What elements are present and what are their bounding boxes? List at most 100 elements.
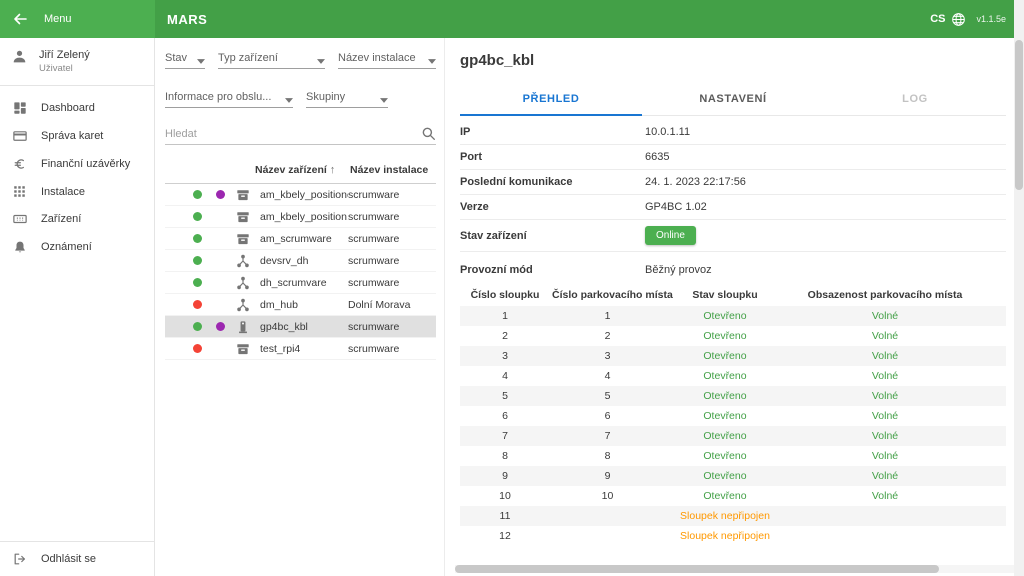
sidebar-item-instalace[interactable]: Instalace [0, 178, 154, 205]
device-row-test-rpi4[interactable]: test_rpi4 scrumware [165, 338, 436, 360]
device-row-devsrv-dh[interactable]: devsrv_dh scrumware [165, 250, 436, 272]
parking-row: 33OtevřenoVolné [460, 346, 1006, 366]
status-online-dot [193, 190, 202, 199]
archive-icon [236, 232, 251, 246]
sidebar-item-label: Oznámení [41, 241, 92, 253]
parking-row: 1010OtevřenoVolné [460, 486, 1006, 506]
device-name: devsrv_dh [260, 255, 348, 267]
filter-typ-zarizeni[interactable]: Typ zařízení [218, 52, 325, 69]
filter-stav-label: Stav [165, 52, 187, 64]
sidebar-item-label: Správa karet [41, 130, 103, 142]
parking-cell: Volné [785, 466, 985, 486]
sidebar-item-financni-uzaverky[interactable]: Finanční uzávěrky [0, 150, 154, 178]
parking-cell: Otevřeno [665, 466, 785, 486]
search-icon[interactable] [421, 126, 436, 141]
topbar-main: MARS CS v1.1.5e [155, 0, 1024, 38]
tab-nastaveni[interactable]: NASTAVENÍ [642, 85, 824, 115]
parking-cell: 2 [460, 326, 550, 346]
parking-cell: 5 [460, 386, 550, 406]
device-row-dm-hub[interactable]: dm_hub Dolní Morava [165, 294, 436, 316]
vertical-scrollbar-thumb[interactable] [1015, 40, 1023, 190]
parking-cell: 8 [550, 446, 665, 466]
status-online-dot [193, 212, 202, 221]
chevron-down-icon [197, 59, 205, 64]
archive-icon [236, 188, 251, 202]
column-header-nazev-zarizeni[interactable]: Název zařízení ↑ [255, 164, 350, 176]
parking-column-header: Obsazenost parkovacího místa [785, 284, 985, 306]
parking-cell [785, 526, 985, 546]
parking-cell [550, 526, 665, 546]
language-selector[interactable]: CS [930, 12, 966, 27]
field-ip: IP10.0.1.11 [460, 120, 1006, 145]
sidebar-item-zarizeni[interactable]: Zařízení [0, 205, 154, 233]
field-label: Port [460, 151, 645, 163]
field-value: GP4BC 1.02 [645, 201, 707, 213]
user-name: Jiří Zelený [39, 49, 90, 61]
vertical-scrollbar[interactable] [1014, 0, 1024, 576]
horizontal-scrollbar[interactable] [455, 565, 1018, 573]
parking-column-header: Stav sloupku [665, 284, 785, 306]
filter-row-2: Informace pro obslu... Skupiny [165, 91, 436, 108]
sidebar: Jiří Zelený Uživatel Dashboard Správa ka… [0, 38, 155, 576]
device-row-gp4bc-kbl[interactable]: gp4bc_kbl scrumware [165, 316, 436, 338]
sidebar-nav: Dashboard Správa karet Finanční uzávěrky [0, 86, 154, 261]
user-profile[interactable]: Jiří Zelený Uživatel [0, 38, 154, 86]
column-header-nazev-instalace[interactable]: Název instalace [350, 164, 436, 176]
filter-skupiny[interactable]: Skupiny [306, 91, 388, 108]
field-label: Verze [460, 201, 645, 213]
field-port: Port6635 [460, 145, 1006, 170]
parking-cell: 1 [460, 306, 550, 326]
device-row-dh-scrumvare[interactable]: dh_scrumvare scrumware [165, 272, 436, 294]
filter-row-1: Stav Typ zařízení Název instalace [165, 52, 436, 69]
status-offline-dot [193, 300, 202, 309]
logout-button[interactable]: Odhlásit se [0, 541, 154, 576]
filter-stav[interactable]: Stav [165, 52, 205, 69]
filter-instalace-label: Název instalace [338, 52, 416, 64]
sidebar-item-dashboard[interactable]: Dashboard [0, 94, 154, 122]
device-name: dm_hub [260, 299, 348, 311]
device-row-am-kbely-position[interactable]: am_kbely_position... scrumware [165, 206, 436, 228]
logout-icon [12, 552, 27, 566]
field-value: Běžný provoz [645, 264, 712, 276]
filter-informace[interactable]: Informace pro obslu... [165, 91, 293, 108]
parking-cell: 10 [460, 486, 550, 506]
parking-cell: 6 [460, 406, 550, 426]
parking-cell: Otevřeno [665, 326, 785, 346]
user-info: Jiří Zelený Uživatel [39, 49, 90, 74]
language-code: CS [930, 13, 945, 25]
parking-cell: Volné [785, 366, 985, 386]
sidebar-item-label: Instalace [41, 186, 85, 198]
sidebar-item-oznameni[interactable]: Oznámení [0, 233, 154, 261]
horizontal-scrollbar-thumb[interactable] [455, 565, 939, 573]
sidebar-item-sprava-karet[interactable]: Správa karet [0, 122, 154, 150]
filter-nazev-instalace[interactable]: Název instalace [338, 52, 436, 69]
archive-icon [236, 210, 251, 224]
field-label: IP [460, 126, 645, 138]
parking-cell: 5 [550, 386, 665, 406]
parking-cell: 3 [460, 346, 550, 366]
tab-log[interactable]: LOG [824, 85, 1006, 115]
tab-prehled[interactable]: PŘEHLED [460, 85, 642, 116]
parking-cell: Volné [785, 326, 985, 346]
parking-cell: Otevřeno [665, 406, 785, 426]
parking-cell: 4 [460, 366, 550, 386]
device-panel: Stav Typ zařízení Název instalace Inform… [155, 38, 445, 576]
search-input[interactable] [165, 128, 421, 140]
detail-fields: IP10.0.1.11Port6635Poslední komunikace24… [460, 120, 1006, 282]
device-row-am-kbely-positioned[interactable]: am_kbely_positioned scrumware [165, 184, 436, 206]
parking-cell [550, 506, 665, 526]
user-role: Uživatel [39, 63, 90, 74]
secondary-status-dot [216, 322, 225, 331]
back-arrow-icon[interactable] [12, 11, 28, 27]
parking-cell: Volné [785, 406, 985, 426]
field-label: Stav zařízení [460, 230, 645, 242]
parking-row: 66OtevřenoVolné [460, 406, 1006, 426]
logout-label: Odhlásit se [41, 553, 96, 565]
filter-informace-label: Informace pro obslu... [165, 91, 271, 103]
field-label: Provozní mód [460, 264, 645, 276]
device-row-am-scrumware[interactable]: am_scrumware scrumware [165, 228, 436, 250]
detail-title: gp4bc_kbl [460, 52, 1006, 69]
menu-label: Menu [44, 13, 72, 25]
parking-cell: Otevřeno [665, 386, 785, 406]
status-badge: Online [645, 226, 696, 245]
